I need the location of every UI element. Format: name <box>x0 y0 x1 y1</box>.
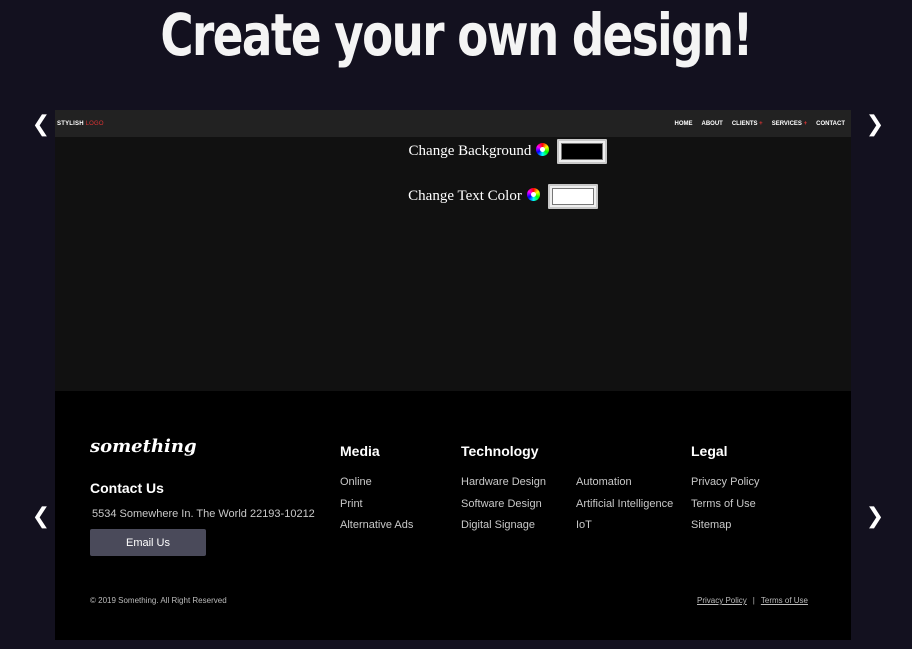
page-title: Create your own design! <box>160 1 753 69</box>
footer: something Contact Us 5534 Somewhere In. … <box>55 391 851 640</box>
footer-link-privacy-policy[interactable]: Privacy Policy <box>691 476 759 498</box>
column-heading: Technology <box>461 443 539 459</box>
footer-link-hardware-design[interactable]: Hardware Design <box>461 476 546 498</box>
footer-column-technology: Technology Hardware Design Software Desi… <box>461 443 546 541</box>
carousel-prev-arrow-icon[interactable]: ❮ <box>29 502 53 530</box>
background-color-swatch <box>561 142 604 160</box>
footer-link-software-design[interactable]: Software Design <box>461 498 546 520</box>
plus-icon: + <box>759 120 763 127</box>
copyright-text: © 2019 Something. All Right Reserved <box>90 596 227 605</box>
footer-link-terms-of-use[interactable]: Terms of Use <box>691 498 759 520</box>
footer-column-technology-2: Automation Artificial Intelligence IoT <box>576 443 673 541</box>
design-preview-frame: STYLISH LOGO HOME ABOUT CLIENTS + SERVIC… <box>55 110 851 640</box>
separator: | <box>752 596 755 605</box>
footer-link-digital-signage[interactable]: Digital Signage <box>461 519 546 541</box>
footer-link-sitemap[interactable]: Sitemap <box>691 519 759 541</box>
contact-heading: Contact Us <box>90 480 164 496</box>
footer-link-automation[interactable]: Automation <box>576 476 673 498</box>
nav-link-about[interactable]: ABOUT <box>701 121 722 127</box>
footer-link-iot[interactable]: IoT <box>576 519 673 541</box>
nav-link-label: SERVICES <box>771 120 802 127</box>
color-wheel-icon <box>536 142 550 156</box>
nav-link-label: ABOUT <box>701 120 723 127</box>
logo-main: STYLISH <box>57 120 84 127</box>
nav-link-services[interactable]: SERVICES + <box>772 121 807 127</box>
plus-icon: + <box>803 120 808 127</box>
nav-link-label: HOME <box>674 120 693 127</box>
column-heading: Media <box>340 443 380 459</box>
background-color-picker[interactable] <box>557 138 608 164</box>
nav-links: HOME ABOUT CLIENTS + SERVICES + CONTACT <box>674 121 845 127</box>
nav-link-clients[interactable]: CLIENTS + <box>732 121 763 127</box>
column-heading: Legal <box>691 443 728 459</box>
footer-link-alternative-ads[interactable]: Alternative Ads <box>340 519 413 541</box>
footer-brand-logo[interactable]: something <box>90 436 197 457</box>
address-text: 5534 Somewhere In. The World 22193-10212 <box>92 508 315 520</box>
color-wheel-icon <box>526 187 540 201</box>
navbar: STYLISH LOGO HOME ABOUT CLIENTS + SERVIC… <box>55 110 851 137</box>
footer-link-artificial-intelligence[interactable]: Artificial Intelligence <box>576 498 673 520</box>
text-color-picker[interactable] <box>547 183 598 209</box>
bottom-link-privacy-policy[interactable]: Privacy Policy <box>697 596 747 605</box>
nav-link-home[interactable]: HOME <box>674 121 692 127</box>
text-color-label: Change Text Color <box>408 187 522 204</box>
carousel-prev-arrow-icon[interactable]: ❮ <box>29 110 53 138</box>
text-color-swatch <box>551 187 594 205</box>
text-color-control: Change Text Color <box>55 183 851 209</box>
logo[interactable]: STYLISH LOGO <box>57 121 104 127</box>
logo-accent: LOGO <box>85 120 104 127</box>
background-control: Change Background <box>55 138 851 164</box>
footer-link-online[interactable]: Online <box>340 476 413 498</box>
footer-column-legal: Legal Privacy Policy Terms of Use Sitema… <box>691 443 759 541</box>
carousel-next-arrow-icon[interactable]: ❯ <box>863 110 887 138</box>
carousel-next-arrow-icon[interactable]: ❯ <box>863 502 887 530</box>
footer-column-media: Media Online Print Alternative Ads <box>340 443 413 541</box>
footer-link-print[interactable]: Print <box>340 498 413 520</box>
bottom-links: Privacy Policy | Terms of Use <box>697 596 808 605</box>
background-label: Change Background <box>408 142 532 159</box>
nav-link-label: CLIENTS <box>731 120 758 127</box>
nav-link-label: CONTACT <box>816 120 845 127</box>
bottom-link-terms-of-use[interactable]: Terms of Use <box>761 596 808 605</box>
nav-link-contact[interactable]: CONTACT <box>816 121 845 127</box>
email-us-button[interactable]: Email Us <box>90 529 206 556</box>
